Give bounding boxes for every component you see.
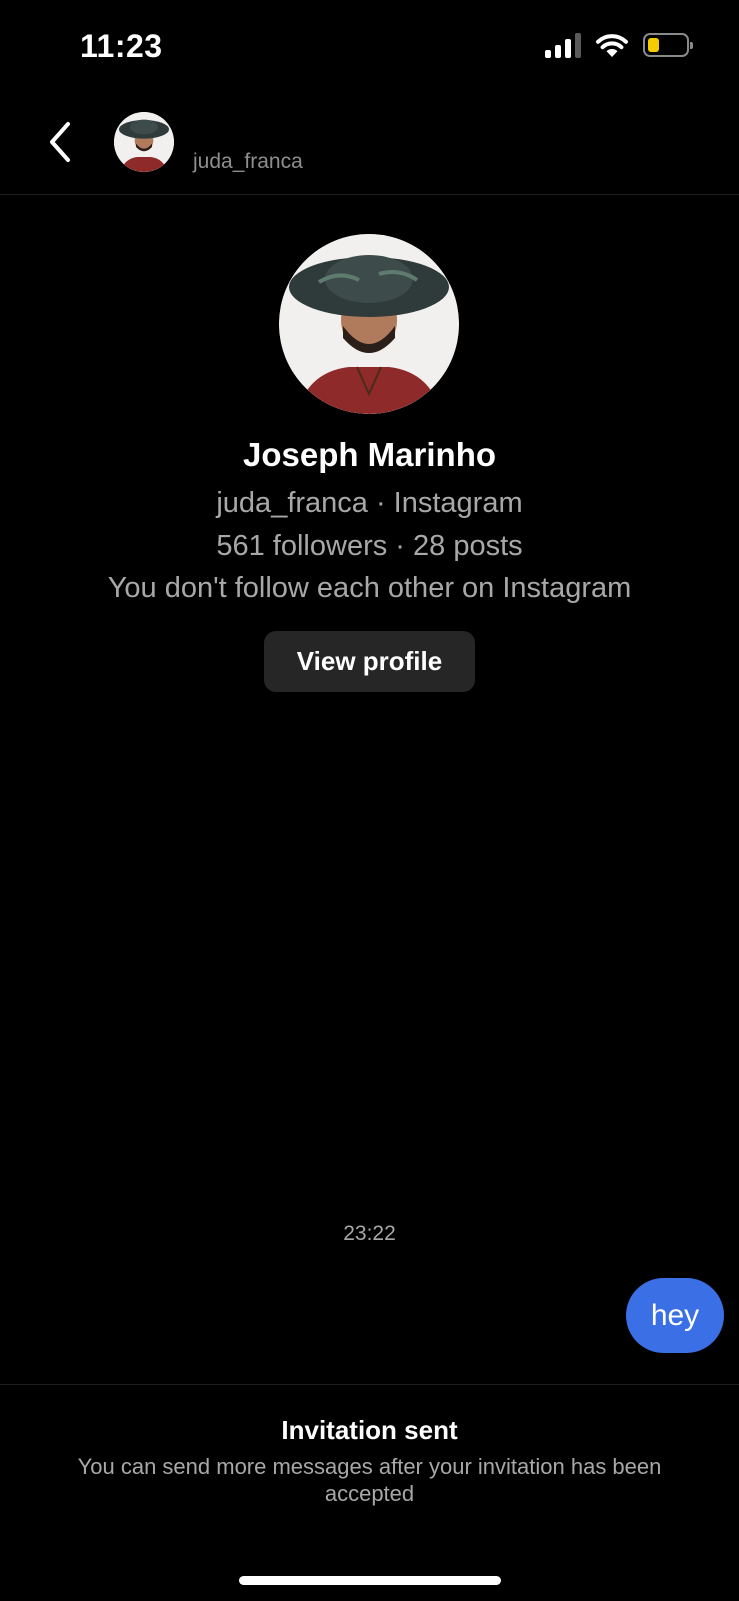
view-profile-button[interactable]: View profile: [264, 631, 475, 692]
invitation-body: You can send more messages after your in…: [77, 1454, 662, 1506]
header-avatar[interactable]: [114, 112, 174, 172]
battery-level-fill: [648, 38, 659, 52]
cellular-signal-icon: [545, 32, 581, 58]
follow-status: You don't follow each other on Instagram: [107, 572, 632, 604]
back-button[interactable]: [38, 116, 82, 168]
profile-handle: juda_franca · Instagram: [216, 487, 523, 519]
battery-icon: [643, 33, 693, 57]
outgoing-message-bubble[interactable]: hey: [626, 1278, 724, 1353]
home-indicator[interactable]: [239, 1576, 501, 1585]
header-username[interactable]: juda_franca: [193, 150, 303, 174]
status-bar: 11:23: [0, 0, 739, 100]
profile-photo: [279, 234, 459, 414]
message-timestamp: 23:22: [343, 1222, 396, 1245]
conversation-header: juda_franca: [0, 100, 739, 195]
profile-avatar[interactable]: [279, 234, 459, 414]
profile-stats: 561 followers · 28 posts: [216, 530, 523, 562]
profile-photo: [114, 112, 174, 172]
status-time: 11:23: [80, 28, 163, 64]
invitation-footer: Invitation sent You can send more messag…: [0, 1384, 739, 1601]
profile-name: Joseph Marinho: [242, 436, 497, 473]
wifi-icon: [596, 34, 628, 57]
chevron-left-icon: [50, 122, 70, 162]
status-icons: [545, 32, 693, 58]
invitation-title: Invitation sent: [281, 1415, 458, 1445]
